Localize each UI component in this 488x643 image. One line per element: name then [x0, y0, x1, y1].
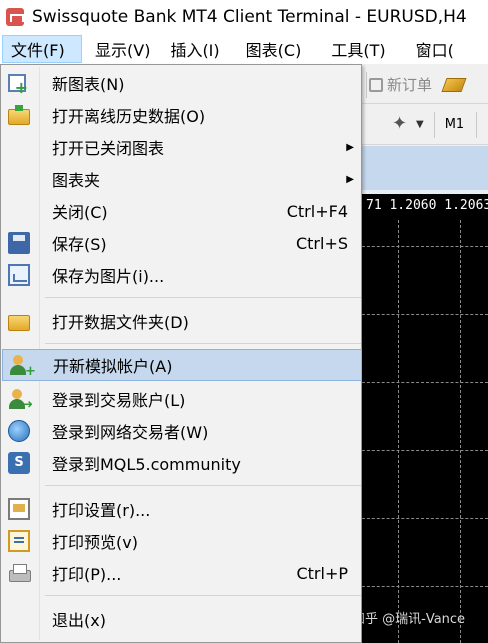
crosshair-tools-icon[interactable]	[392, 113, 412, 135]
new-account-icon: +	[9, 354, 36, 379]
menu-item-open-offline[interactable]: 打开离线历史数据(O)	[2, 99, 362, 131]
menu-item-login-trade-account[interactable]: ➜ 登录到交易账户(L)	[2, 383, 362, 415]
menu-item-label: 打开数据文件夹(D)	[52, 313, 189, 332]
submenu-arrow-icon: ▶	[346, 173, 354, 185]
file-menu-dropdown: 新图表(N) 打开离线历史数据(O) 打开已关闭图表 ▶ 图表夹 ▶ 关闭(C)…	[0, 64, 362, 643]
chart-gridline	[398, 220, 399, 643]
login-account-icon: ➜	[8, 388, 34, 411]
ohlc-price-label: 71 1.2060 1.2063	[366, 198, 488, 213]
menu-charts[interactable]: 图表(C)	[238, 35, 310, 63]
menu-item-label: 登录到网络交易者(W)	[52, 423, 209, 442]
chart-canvas[interactable]: 71 1.2060 1.2063	[362, 194, 488, 643]
watermark-text: 知乎 @瑞讯-Vance	[352, 612, 466, 627]
timeframe-m1-button[interactable]: M1	[445, 117, 465, 132]
save-image-icon	[8, 264, 30, 286]
menu-view[interactable]: 显示(V)	[87, 35, 158, 63]
chart-gridline	[362, 518, 488, 519]
app-logo-icon	[6, 8, 24, 26]
print-setup-icon	[8, 498, 30, 520]
menu-item-save[interactable]: 保存(S) Ctrl+S	[2, 227, 362, 259]
web-trader-icon	[8, 420, 30, 442]
menu-item-label: 开新模拟帐户(A)	[53, 357, 173, 376]
menu-item-print-setup[interactable]: 打印设置(r)...	[2, 493, 362, 525]
title-bar: Swissquote Bank MT4 Client Terminal - EU…	[0, 0, 488, 34]
chevron-down-icon[interactable]: ▼	[416, 119, 424, 130]
window-title: Swissquote Bank MT4 Client Terminal - EU…	[32, 7, 467, 27]
menu-item-label: 打印预览(v)	[52, 533, 138, 552]
menu-item-label: 图表夹	[52, 171, 101, 190]
standard-toolbar: 新订单	[362, 66, 488, 104]
menu-item-login-web-trader[interactable]: 登录到网络交易者(W)	[2, 415, 362, 447]
menu-item-label: 保存(S)	[52, 235, 107, 254]
toolbar-separator	[476, 111, 478, 138]
chart-window-header	[362, 146, 488, 190]
menu-item-label: 退出(x)	[52, 611, 106, 630]
chart-gridline	[362, 586, 488, 587]
menu-item-close[interactable]: 关闭(C) Ctrl+F4	[2, 195, 362, 227]
menu-insert[interactable]: 插入(I)	[162, 35, 227, 63]
chart-gridline	[362, 314, 488, 315]
menu-item-save-as-picture[interactable]: 保存为图片(i)...	[2, 259, 362, 291]
menu-item-new-chart[interactable]: 新图表(N)	[2, 67, 362, 99]
menu-item-login-mql5[interactable]: S 登录到MQL5.community	[2, 447, 362, 479]
save-icon	[8, 232, 30, 254]
menu-item-label: 打开已关闭图表	[52, 139, 165, 158]
print-preview-icon	[8, 530, 30, 552]
printer-icon	[8, 562, 31, 584]
chart-gridline	[460, 220, 461, 643]
menu-shortcut: Ctrl+S	[295, 233, 348, 253]
menu-item-print[interactable]: 打印(P)... Ctrl+P	[2, 557, 362, 589]
new-order-button[interactable]: 新订单	[387, 74, 432, 95]
plus-icon: +	[25, 364, 36, 379]
menu-item-label: 打印(P)...	[52, 565, 122, 584]
menu-tools[interactable]: 工具(T)	[323, 35, 393, 63]
menu-item-print-preview[interactable]: 打印预览(v)	[2, 525, 362, 557]
menu-item-open-data-folder[interactable]: 打开数据文件夹(D)	[2, 305, 362, 337]
menu-separator	[45, 343, 361, 344]
gold-bar-icon[interactable]	[441, 77, 467, 92]
menu-shortcut: Ctrl+P	[296, 563, 348, 583]
menu-separator	[45, 595, 361, 596]
chart-gridline	[362, 246, 488, 247]
menu-item-label: 关闭(C)	[52, 203, 108, 222]
mql5-icon: S	[8, 452, 30, 474]
menu-item-profiles[interactable]: 图表夹 ▶	[2, 163, 362, 195]
menu-item-label: 新图表(N)	[52, 75, 125, 94]
menu-item-label: 登录到MQL5.community	[52, 455, 241, 474]
chart-toolbar: ▼ M1	[362, 105, 488, 145]
new-order-icon[interactable]	[369, 77, 383, 92]
menu-item-exit[interactable]: 退出(x)	[2, 603, 362, 635]
menu-item-label: 登录到交易账户(L)	[52, 391, 186, 410]
menu-window[interactable]: 窗口(	[408, 35, 462, 63]
chart-gridline	[362, 382, 488, 383]
open-folder-icon	[8, 104, 30, 125]
menu-item-label: 打印设置(r)...	[52, 501, 151, 520]
menu-item-open-closed-chart[interactable]: 打开已关闭图表 ▶	[2, 131, 362, 163]
toolbar-separator	[366, 71, 367, 98]
menu-shortcut: Ctrl+F4	[286, 201, 348, 221]
toolbar-separator	[433, 111, 435, 138]
chart-gridline	[362, 450, 488, 451]
folder-icon	[8, 314, 30, 331]
menu-item-open-demo-account[interactable]: + 开新模拟帐户(A)	[2, 349, 362, 381]
menu-file[interactable]: 文件(F)	[2, 35, 82, 63]
new-chart-icon	[8, 74, 28, 97]
menu-separator	[45, 485, 361, 486]
menu-separator	[45, 297, 361, 298]
arrow-right-icon: ➜	[23, 397, 34, 411]
submenu-arrow-icon: ▶	[346, 141, 354, 153]
menu-bar: 文件(F) 显示(V) 插入(I) 图表(C) 工具(T) 窗口(	[0, 34, 488, 64]
menu-item-label: 保存为图片(i)...	[52, 267, 165, 286]
menu-item-label: 打开离线历史数据(O)	[52, 107, 206, 126]
